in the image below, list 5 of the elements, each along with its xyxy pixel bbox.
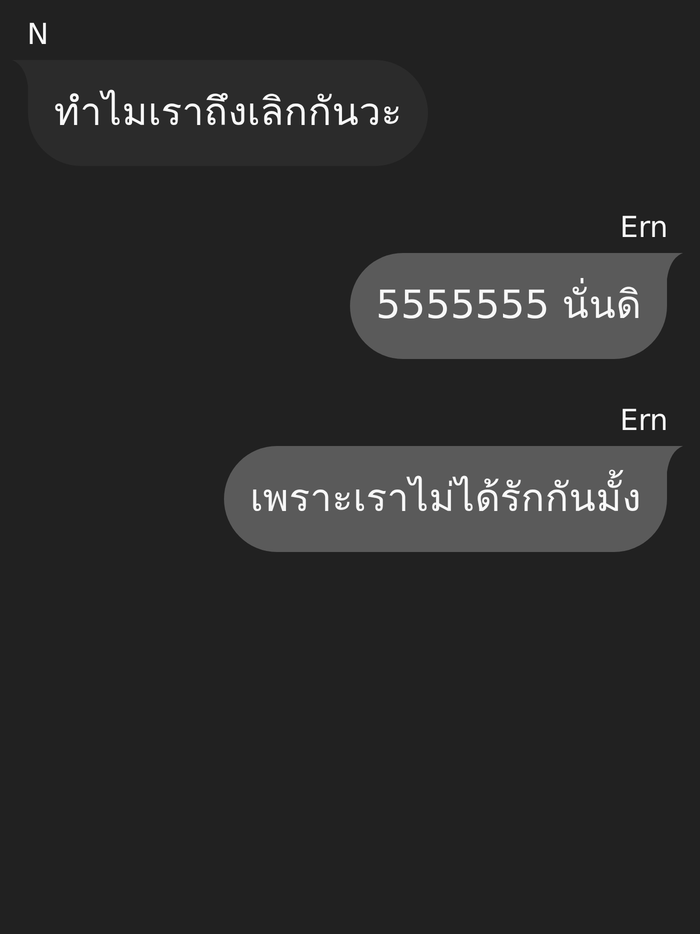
sender-name: N bbox=[27, 16, 49, 52]
sender-name: Ern bbox=[620, 209, 668, 245]
message-text: ทำไมเราถึงเลิกกันวะ bbox=[54, 88, 402, 137]
sender-name: Ern bbox=[620, 402, 668, 438]
message-text: 5555555 นั่นดิ bbox=[376, 280, 641, 332]
